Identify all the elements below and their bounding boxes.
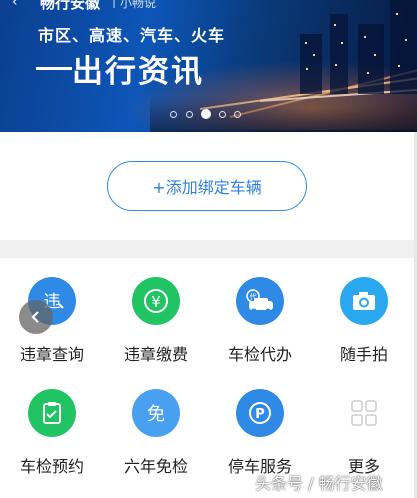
service-label: 违章查询	[19, 345, 84, 364]
svg-text:免: 免	[147, 404, 165, 425]
floating-back-button[interactable]	[19, 300, 53, 334]
service-label: 随手拍	[339, 345, 388, 364]
title-separator: |	[112, 0, 117, 8]
camera-icon	[340, 277, 388, 325]
building	[300, 34, 322, 94]
service-violation-query[interactable]: 违 违章查询	[0, 277, 104, 377]
banner-headline: 出行资讯	[72, 54, 204, 90]
carousel-dot[interactable]	[170, 111, 177, 118]
service-inspection-booking[interactable]: 车检预约	[0, 389, 104, 489]
section-divider	[0, 240, 417, 258]
service-violation-payment[interactable]: ¥ 违章缴费	[104, 277, 208, 377]
service-label: 六年免检	[123, 457, 188, 476]
service-label: 车检预约	[19, 457, 84, 476]
carousel-dot[interactable]	[186, 111, 193, 118]
carousel-dot[interactable]	[234, 111, 241, 118]
banner-carousel[interactable]: ‹ 畅行安徽 | 小畅说 市区、高速、汽车、火车 出行资讯	[0, 0, 417, 132]
header-subtitle: 小畅说	[120, 0, 157, 10]
service-label: 违章缴费	[123, 345, 188, 364]
chevron-left-icon	[31, 311, 39, 323]
exempt-inspection-icon: 免	[132, 389, 180, 437]
add-vehicle-button[interactable]: +添加绑定车辆	[107, 161, 307, 211]
service-inspection-agent[interactable]: 代 车检代办	[208, 277, 312, 377]
svg-text:P: P	[255, 407, 265, 422]
back-arrow-icon[interactable]: ‹	[12, 0, 18, 10]
watermark-text: 头条号 / 畅行安徽	[255, 474, 383, 493]
service-snapshot-report[interactable]: 随手拍	[312, 277, 416, 377]
header-bar: ‹ 畅行安徽 | 小畅说	[0, 0, 417, 12]
building	[358, 24, 384, 94]
app-title: 畅行安徽	[40, 0, 101, 12]
car-inspection-agent-icon: 代	[236, 277, 284, 325]
yuan-payment-icon: ¥	[132, 277, 180, 325]
service-label: 车检代办	[227, 345, 292, 364]
building	[390, 0, 417, 94]
banner-tagline: 市区、高速、汽车、火车	[38, 26, 226, 45]
banner-dash-decoration	[36, 67, 72, 70]
carousel-dot[interactable]	[219, 111, 226, 118]
more-grid-icon	[340, 389, 388, 437]
carousel-dot-active[interactable]	[201, 109, 211, 119]
inspection-booking-icon	[28, 389, 76, 437]
parking-icon: P	[236, 389, 284, 437]
svg-text:¥: ¥	[151, 293, 161, 311]
service-six-year-exempt[interactable]: 免 六年免检	[104, 389, 208, 489]
building	[330, 14, 348, 94]
